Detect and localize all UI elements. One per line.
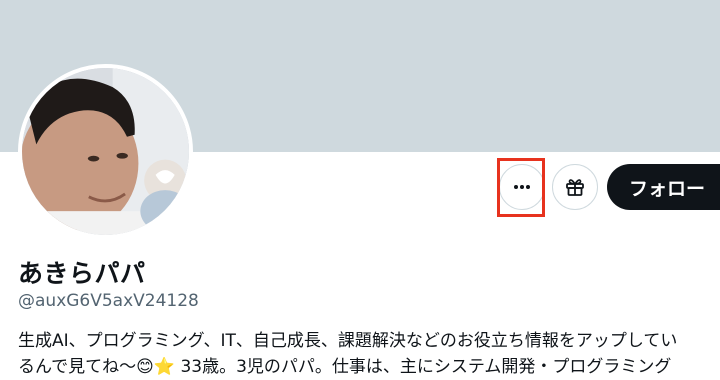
bio-line: 生成AI、プログラミング、IT、自己成長、課題解決などのお役立ち情報をアップして… — [18, 331, 678, 351]
follow-button[interactable]: フォロー — [607, 164, 720, 210]
avatar-photo — [22, 68, 189, 235]
follow-label: フォロー — [629, 177, 706, 200]
gift-icon — [566, 179, 584, 196]
user-handle: @auxG6V5axV24128 — [18, 291, 199, 311]
profile-avatar[interactable] — [18, 64, 193, 239]
more-button[interactable] — [499, 164, 545, 210]
more-horizontal-icon — [514, 185, 530, 189]
gift-button[interactable] — [552, 164, 598, 210]
bio-line: るんで見てね〜😊⭐ 33歳。3児のパパ。仕事は、主にシステム開発・プログラミング — [18, 357, 672, 377]
profile-bio: 生成AI、プログラミング、IT、自己成長、課題解決などのお役立ち情報をアップして… — [18, 328, 720, 380]
display-name: あきらパパ — [18, 259, 146, 288]
